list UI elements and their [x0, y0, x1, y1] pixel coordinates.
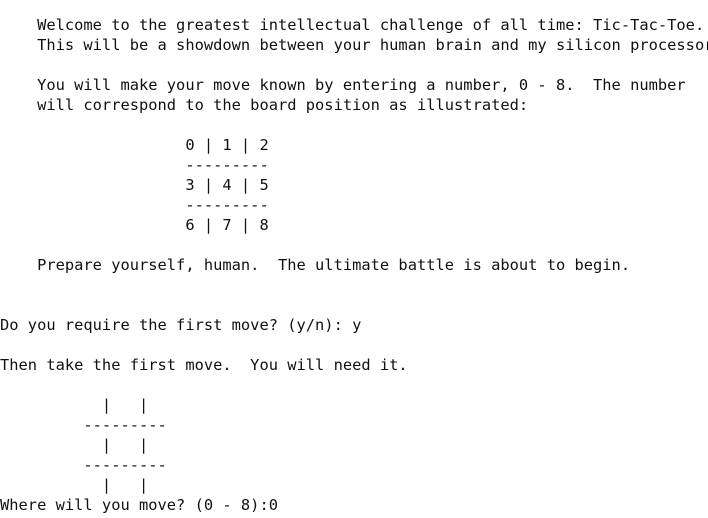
game-board-row-1: | |	[0, 396, 149, 414]
example-board-row-2: 3 | 4 | 5	[0, 176, 269, 194]
prepare-line: Prepare yourself, human. The ultimate ba…	[0, 256, 631, 274]
example-board-row-1: 0 | 1 | 2	[0, 136, 269, 154]
move-input-prompt[interactable]: Where will you move? (0 - 8):0	[0, 495, 708, 515]
game-board-row-3: | |	[0, 476, 149, 494]
instructions-line-1: You will make your move known by enterin…	[0, 76, 686, 94]
game-board-divider: ---------	[0, 416, 167, 434]
example-board-divider: ---------	[0, 156, 269, 174]
console-output: Welcome to the greatest intellectual cha…	[0, 15, 708, 515]
welcome-line-2: This will be a showdown between your hum…	[0, 36, 708, 54]
instructions-line-2: will correspond to the board position as…	[0, 96, 529, 114]
example-board-divider: ---------	[0, 196, 269, 214]
game-board-divider: ---------	[0, 456, 167, 474]
first-move-response: Then take the first move. You will need …	[0, 356, 408, 374]
game-board-row-2: | |	[0, 436, 149, 454]
welcome-line-1: Welcome to the greatest intellectual cha…	[0, 16, 705, 34]
example-board-row-3: 6 | 7 | 8	[0, 216, 269, 234]
first-move-prompt: Do you require the first move? (y/n): y	[0, 316, 362, 334]
